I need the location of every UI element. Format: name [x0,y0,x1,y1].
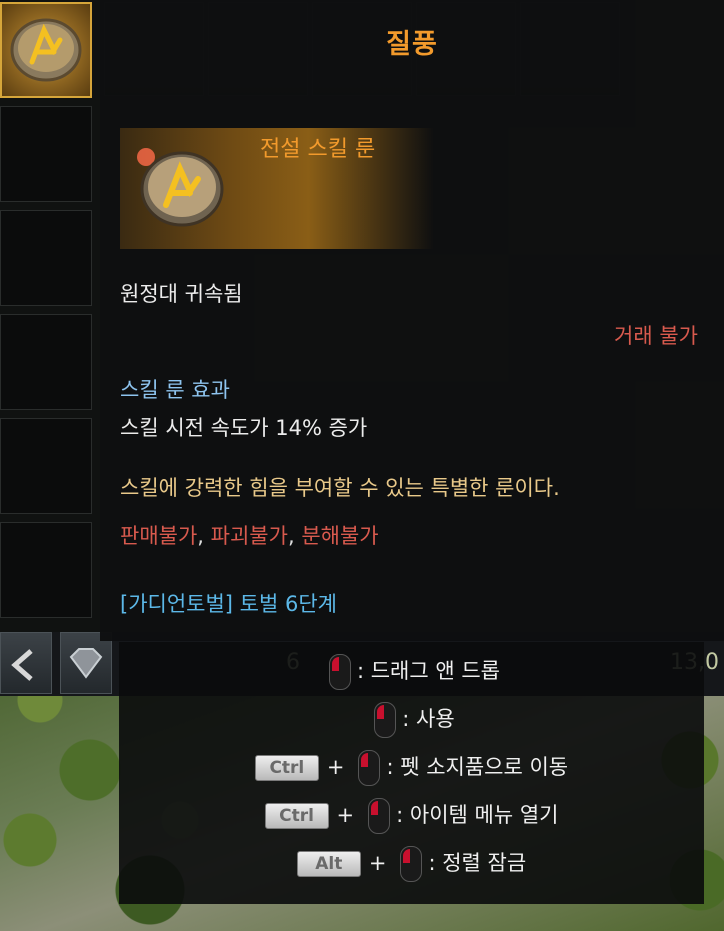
ctrl-key-icon: Ctrl [264,803,329,829]
controls-help-panel: : 드래그 앤 드롭 : 사용 Ctrl +: 펫 소지품으로 이동 Ctrl +:… [119,642,704,904]
effect-text: 스킬 시전 속도가 14% 증가 [120,416,368,440]
control-row-use: : 사용 [119,702,704,738]
trade-status: 거래 불가 [614,324,698,348]
restrictions: 판매불가, 파괴불가, 분해불가 [120,524,379,548]
inventory-slot-selected[interactable] [0,2,92,98]
control-row-pet: Ctrl +: 펫 소지품으로 이동 [119,750,704,786]
item-tooltip: 질풍 전설 스킬 룬 원정대 귀속됨 거래 불가 스킬 룬 효과 스킬 시전 속… [100,0,724,641]
gem-icon [69,648,103,679]
mouse-right-click-icon [400,846,423,882]
restriction-sell: 판매불가 [120,524,198,548]
item-grade: 전설 스킬 룬 [260,137,376,162]
item-name: 질풍 [386,29,438,60]
mouse-right-click-icon [374,702,397,738]
inventory-slot[interactable] [0,210,92,306]
restriction-destroy: 파괴불가 [210,524,288,548]
inventory-panel [0,0,100,640]
rune-icon [10,18,82,82]
control-row-drag: : 드래그 앤 드롭 [119,654,704,690]
control-row-lock: Alt +: 정렬 잠금 [119,846,704,882]
inventory-slot[interactable] [0,418,92,514]
control-row-menu: Ctrl +: 아이템 메뉴 열기 [119,798,704,834]
chevron-left-icon [11,649,33,681]
alt-key-icon: Alt [296,851,361,877]
gem-button[interactable] [60,632,112,694]
effect-header: 스킬 룬 효과 [120,378,230,402]
restriction-disassemble: 분해불가 [301,524,379,548]
mouse-left-click-icon [328,654,351,690]
binding-status: 원정대 귀속됨 [120,282,243,306]
inventory-slot[interactable] [0,314,92,410]
rune-icon [137,148,224,227]
sort-button[interactable] [0,632,52,694]
acquisition-source: [가디언토벌] 토벌 6단계 [120,592,337,616]
ctrl-key-icon: Ctrl [254,755,319,781]
item-description: 스킬에 강력한 힘을 부여할 수 있는 특별한 룬이다. [120,476,560,500]
inventory-slot[interactable] [0,106,92,202]
mouse-right-click-icon [358,750,381,786]
mouse-right-click-icon [368,798,391,834]
inventory-slot[interactable] [0,522,92,618]
